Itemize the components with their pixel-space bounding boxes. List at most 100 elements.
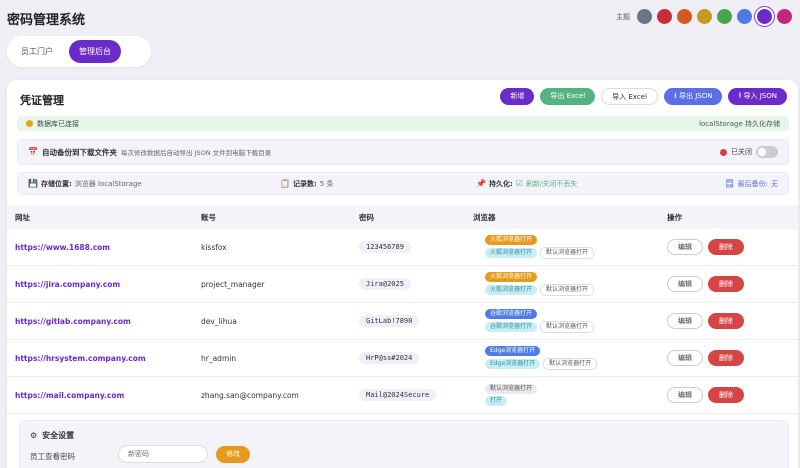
row-account: kissfox [201, 242, 227, 252]
theme-swatch[interactable] [737, 9, 752, 24]
row-password: Mail@2024Secure [359, 389, 437, 401]
db-status-text: 数据库已连接 [37, 119, 79, 128]
row-browser-actions: Edge浏览器打开 Edge浏览器打开 默认浏览器打开 [485, 346, 598, 370]
download-icon: ⭳ [673, 91, 677, 100]
check-icon: ☑ [515, 178, 523, 188]
security-title: 安全设置 [42, 431, 75, 440]
import-json-label: 导入 JSON [743, 92, 777, 100]
row-password: Jira@2025 [359, 278, 411, 290]
backup-state: 已关闭 [731, 148, 752, 156]
auto-backup-toggle[interactable] [756, 146, 778, 158]
row-browser-actions: 默认浏览器打开 打开 [485, 384, 538, 406]
delete-button[interactable]: 删除 [708, 350, 744, 366]
open-browser-button[interactable]: 默认浏览器打开 [485, 384, 538, 394]
change-password-button[interactable]: 修改 [216, 446, 250, 463]
persist-label: 持久化: [488, 179, 513, 188]
storage-note: localStorage 持久化存储 [699, 119, 780, 128]
row-url-link[interactable]: https://mail.company.com [15, 391, 124, 400]
panel-title: 凭证管理 [20, 94, 64, 107]
open-default-browser-button[interactable]: 默认浏览器打开 [540, 284, 595, 296]
auto-backup-title: 自动备份到下载文件夹 [41, 147, 117, 157]
theme-swatch[interactable] [717, 9, 732, 24]
delete-button[interactable]: 删除 [708, 276, 744, 292]
col-browser: 浏览器 [473, 212, 496, 222]
row-actions: 编辑 删除 [667, 239, 744, 255]
delete-button[interactable]: 删除 [708, 239, 744, 255]
col-account: 账号 [201, 212, 216, 222]
row-account: dev_lihua [201, 316, 237, 326]
theme-selector: 主题 [616, 7, 792, 26]
count-label: 记录数: [292, 179, 317, 188]
tab-employee-portal[interactable]: 员工门户 [11, 40, 63, 63]
row-browser-actions: 火狐浏览器打开 火狐浏览器打开 默认浏览器打开 [485, 235, 595, 259]
tab-admin[interactable]: 管理后台 [69, 40, 121, 63]
open-default-browser-button[interactable]: 默认浏览器打开 [540, 321, 595, 333]
table-row: https://hrsystem.company.com hr_admin Hr… [7, 340, 798, 377]
open-browser-button[interactable]: Edge浏览器打开 [485, 346, 541, 356]
table-row: https://www.1688.com kissfox 123456789 火… [7, 229, 798, 266]
edit-button[interactable]: 编辑 [667, 239, 703, 255]
auto-backup-row: 📅 自动备份到下载文件夹 每次修改数据后自动导出 JSON 文件到电脑下载目录 … [17, 139, 789, 165]
row-browser-actions: 谷歌浏览器打开 谷歌浏览器打开 默认浏览器打开 [485, 309, 595, 333]
off-status-icon [720, 148, 727, 156]
export-json-label: 导出 JSON [678, 92, 713, 100]
open-browser-secondary-button[interactable]: Edge浏览器打开 [485, 359, 541, 369]
add-button[interactable]: 新增 [500, 88, 535, 105]
col-ops: 操作 [667, 212, 682, 222]
export-excel-button[interactable]: 导出 Excel [540, 88, 596, 105]
export-json-button[interactable]: ⭳ 导出 JSON [663, 88, 723, 105]
edit-button[interactable]: 编辑 [667, 350, 703, 366]
table-header: 网址 账号 密码 浏览器 操作 [7, 205, 798, 229]
edit-button[interactable]: 编辑 [667, 387, 703, 403]
settings-gear-icon: ⚙ [30, 430, 38, 440]
edit-button[interactable]: 编辑 [667, 276, 703, 292]
storage-icon: 💾 [28, 178, 38, 188]
open-browser-button[interactable]: 火狐浏览器打开 [485, 235, 538, 245]
row-account: project_manager [201, 279, 265, 289]
last-backup-label: 最后备份: [737, 179, 768, 188]
open-browser-secondary-button[interactable]: 打开 [485, 396, 508, 406]
row-actions: 编辑 删除 [667, 313, 744, 329]
security-settings: ⚙ 安全设置 员工查看密码 修改 [19, 420, 789, 468]
row-browser-actions: 火狐浏览器打开 火狐浏览器打开 默认浏览器打开 [485, 272, 595, 296]
delete-button[interactable]: 删除 [708, 313, 744, 329]
row-password: GitLab!7890 [359, 315, 420, 327]
table-row: https://jira.company.com project_manager… [7, 266, 798, 303]
records-icon: 📋 [280, 178, 290, 188]
delete-button[interactable]: 删除 [708, 387, 744, 403]
theme-label: 主题 [616, 12, 630, 21]
row-url-link[interactable]: https://hrsystem.company.com [15, 354, 146, 363]
db-status-bar: 数据库已连接 localStorage 持久化存储 [17, 116, 789, 131]
theme-swatch[interactable] [777, 9, 792, 24]
new-password-input[interactable] [118, 445, 208, 463]
app-title: 密码管理系统 [7, 13, 86, 28]
open-default-browser-button[interactable]: 默认浏览器打开 [540, 247, 595, 259]
row-actions: 编辑 删除 [667, 350, 744, 366]
open-default-browser-button[interactable]: 默认浏览器打开 [543, 358, 598, 370]
open-browser-secondary-button[interactable]: 谷歌浏览器打开 [485, 322, 538, 332]
row-password: 123456789 [359, 241, 411, 253]
theme-swatch[interactable] [697, 9, 712, 24]
theme-swatch[interactable] [677, 9, 692, 24]
open-browser-button[interactable]: 火狐浏览器打开 [485, 272, 538, 282]
row-url-link[interactable]: https://www.1688.com [15, 243, 110, 252]
location-label: 存储位置: [40, 179, 72, 188]
row-url-link[interactable]: https://jira.company.com [15, 280, 120, 289]
toolbar: 新增 导出 Excel 导入 Excel ⭳ 导出 JSON ⭱ 导入 JSON [500, 88, 787, 105]
open-browser-button[interactable]: 谷歌浏览器打开 [485, 309, 538, 319]
theme-swatch[interactable] [657, 9, 672, 24]
row-password: HrP@ss#2024 [359, 352, 420, 364]
row-actions: 编辑 删除 [667, 276, 744, 292]
theme-swatch[interactable] [637, 9, 652, 24]
count-value: 5 条 [319, 179, 334, 188]
row-account: zhang.san@company.com [201, 390, 299, 400]
auto-backup-desc: 每次修改数据后自动导出 JSON 文件到电脑下载目录 [120, 149, 272, 157]
import-excel-button[interactable]: 导入 Excel [601, 88, 658, 105]
import-json-button[interactable]: ⭱ 导入 JSON [728, 88, 787, 105]
open-browser-secondary-button[interactable]: 火狐浏览器打开 [485, 285, 538, 295]
open-browser-secondary-button[interactable]: 火狐浏览器打开 [485, 248, 538, 258]
theme-swatch[interactable] [755, 7, 774, 26]
edit-button[interactable]: 编辑 [667, 313, 703, 329]
persist-value: 刷新/关闭不丢失 [525, 179, 578, 188]
row-url-link[interactable]: https://gitlab.company.com [15, 317, 131, 326]
